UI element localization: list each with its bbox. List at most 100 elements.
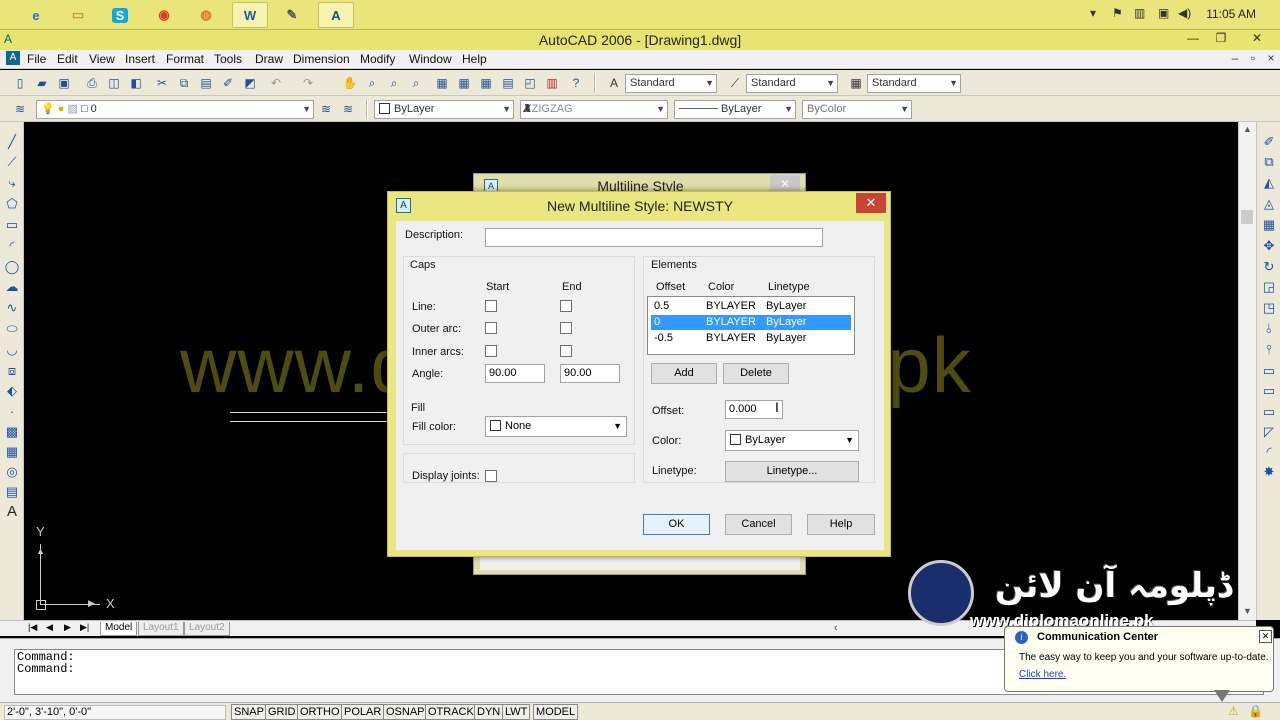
- list-item[interactable]: -0.5 BYLAYER ByLayer: [651, 331, 851, 346]
- menu-window[interactable]: Window: [409, 52, 452, 66]
- arc-icon[interactable]: ◜: [4, 238, 20, 254]
- list-item[interactable]: 0.5 BYLAYER ByLayer: [651, 299, 851, 314]
- tray-monitor-icon[interactable]: ▣: [1158, 6, 1169, 20]
- cancel-button[interactable]: Cancel: [725, 514, 792, 535]
- table-icon[interactable]: ▤: [4, 484, 20, 500]
- delete-button[interactable]: Delete: [723, 363, 789, 384]
- next-tab-icon[interactable]: ▶: [64, 622, 71, 633]
- save-icon[interactable]: ▣: [56, 75, 72, 91]
- extend-icon[interactable]: ⫯: [1261, 342, 1277, 358]
- network-icon[interactable]: ▥: [1134, 6, 1145, 20]
- menu-file[interactable]: File: [27, 52, 46, 66]
- revision-cloud-icon[interactable]: ☁: [4, 279, 20, 295]
- element-color-select[interactable]: ByLayer ▼: [725, 430, 859, 451]
- fillet-icon[interactable]: ◜: [1261, 444, 1277, 460]
- coordinate-readout[interactable]: 2'-0", 3'-10", 0'-0": [4, 705, 226, 720]
- scroll-down-icon[interactable]: ▼: [1243, 606, 1252, 616]
- menu-dimension[interactable]: Dimension: [293, 52, 350, 66]
- block-editor-icon[interactable]: ◩: [242, 75, 258, 91]
- paint-icon[interactable]: ✎: [274, 2, 310, 28]
- firefox-icon[interactable]: ◍: [188, 2, 224, 28]
- paste-icon[interactable]: ▤: [198, 75, 214, 91]
- word-icon[interactable]: W: [232, 2, 268, 28]
- undo-icon[interactable]: ↶: [268, 75, 284, 91]
- hatch-icon[interactable]: ▩: [4, 424, 20, 440]
- gradient-icon[interactable]: ▦: [4, 444, 20, 460]
- explode-icon[interactable]: ✸: [1261, 464, 1277, 480]
- model-button[interactable]: MODEL: [533, 704, 579, 720]
- array-icon[interactable]: ▦: [1261, 217, 1277, 233]
- tab-layout2[interactable]: Layout2: [184, 622, 230, 636]
- file-explorer-icon[interactable]: ▭: [60, 2, 96, 28]
- chamfer-icon[interactable]: ◸: [1261, 424, 1277, 440]
- line-end-checkbox[interactable]: [560, 300, 572, 312]
- text-style-icon[interactable]: A: [606, 75, 622, 91]
- layer-manager-icon[interactable]: ≋: [12, 101, 28, 117]
- join-icon[interactable]: ▭: [1261, 404, 1277, 420]
- clock[interactable]: 11:05 AM: [1206, 7, 1256, 21]
- circle-icon[interactable]: ◯: [4, 259, 20, 275]
- flag-icon[interactable]: ⚑: [1112, 6, 1123, 20]
- point-icon[interactable]: ·: [4, 404, 20, 420]
- otrack-button[interactable]: OTRACK: [425, 704, 477, 720]
- ellipse-arc-icon[interactable]: ◡: [4, 342, 20, 358]
- snap-button[interactable]: SNAP: [231, 704, 267, 720]
- outer-arc-start-checkbox[interactable]: [485, 322, 497, 334]
- tab-model[interactable]: Model: [100, 622, 138, 636]
- publish-icon[interactable]: ◧: [128, 75, 144, 91]
- angle-start-input[interactable]: 90.00: [485, 364, 545, 383]
- document-icon[interactable]: A: [6, 51, 20, 65]
- linetype-button[interactable]: Linetype...: [725, 461, 859, 482]
- tool-palettes-icon[interactable]: ▦: [478, 75, 494, 91]
- angle-end-input[interactable]: 90.00: [560, 364, 620, 383]
- lineweight-select[interactable]: ───── ByLayer ▼: [674, 100, 796, 119]
- break-icon[interactable]: ▭: [1261, 383, 1277, 399]
- redo-icon[interactable]: ↷: [300, 75, 316, 91]
- description-input[interactable]: [485, 228, 823, 247]
- zoom-realtime-icon[interactable]: ⌕: [364, 75, 380, 91]
- plot-icon[interactable]: ⎙: [84, 75, 100, 91]
- erase-icon[interactable]: ✐: [1261, 134, 1277, 150]
- layer-select[interactable]: 💡 ● ▨ □ 0 ▼: [36, 100, 314, 119]
- notification-icon[interactable]: ⚠: [1228, 704, 1239, 718]
- close-icon[interactable]: ✕: [856, 193, 886, 213]
- outer-arc-end-checkbox[interactable]: [560, 322, 572, 334]
- polyline-icon[interactable]: ⤷: [4, 175, 20, 191]
- hscroll-left-icon[interactable]: ‹: [834, 622, 838, 634]
- polygon-icon[interactable]: ⬠: [4, 196, 20, 212]
- polar-button[interactable]: POLAR: [341, 704, 385, 720]
- color-select[interactable]: ByLayer ▼: [374, 100, 514, 119]
- cut-icon[interactable]: ✂: [154, 75, 170, 91]
- stretch-icon[interactable]: ◳: [1261, 300, 1277, 316]
- new-icon[interactable]: ▯: [12, 75, 28, 91]
- plot-preview-icon[interactable]: ◫: [106, 75, 122, 91]
- balloon-link[interactable]: Click here.: [1019, 669, 1066, 680]
- inner-arc-end-checkbox[interactable]: [560, 345, 572, 357]
- skype-icon[interactable]: S: [111, 7, 129, 23]
- help-icon[interactable]: ?: [568, 75, 584, 91]
- menu-format[interactable]: Format: [166, 52, 204, 66]
- lwt-button[interactable]: LWT: [502, 704, 531, 720]
- ok-button[interactable]: OK: [643, 514, 710, 535]
- osnap-button[interactable]: OSNAP: [383, 704, 428, 720]
- volume-icon[interactable]: ◀): [1178, 6, 1191, 20]
- menu-view[interactable]: View: [89, 52, 115, 66]
- make-block-icon[interactable]: ⬖: [4, 383, 20, 399]
- menu-draw[interactable]: Draw: [255, 52, 283, 66]
- close-icon[interactable]: ✕: [1259, 630, 1272, 643]
- scroll-thumb[interactable]: [1241, 210, 1253, 224]
- list-item-selected[interactable]: 0 BYLAYER ByLayer: [651, 315, 851, 330]
- tray-lock-icon[interactable]: 🔒: [1248, 704, 1263, 718]
- text-style-select[interactable]: Standard ▼: [625, 74, 717, 93]
- doc-close-icon[interactable]: ×: [1260, 51, 1280, 67]
- internet-explorer-icon[interactable]: e: [18, 2, 54, 28]
- linetype-select[interactable]: ⁄\⁄\⁄\⁄\ ZIGZAG ▼: [520, 100, 668, 119]
- inner-arc-start-checkbox[interactable]: [485, 345, 497, 357]
- move-icon[interactable]: ✥: [1261, 238, 1277, 254]
- region-icon[interactable]: ◎: [4, 464, 20, 480]
- break-point-icon[interactable]: ▭: [1261, 363, 1277, 379]
- line-start-checkbox[interactable]: [485, 300, 497, 312]
- plotstyle-select[interactable]: ByColor ▼: [802, 100, 912, 119]
- rectangle-icon[interactable]: ▭: [4, 217, 20, 233]
- match-properties-icon[interactable]: ✐: [220, 75, 236, 91]
